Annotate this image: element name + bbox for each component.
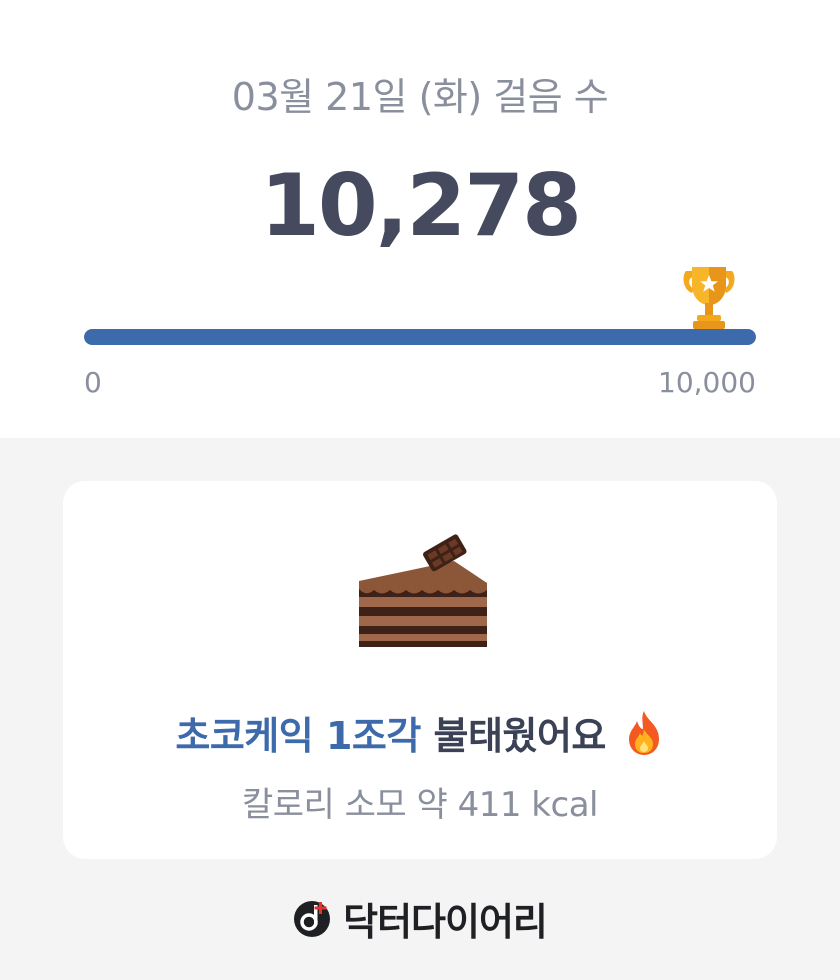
- headline-text: 불태웠어요: [420, 714, 607, 758]
- step-count: 10,278: [260, 156, 582, 256]
- step-progress-fill: [84, 329, 756, 345]
- progress-scale-min: 0: [84, 366, 102, 399]
- step-summary-panel: 03월 21일 (화) 걸음 수 10,278 0 10,000: [0, 0, 840, 438]
- calorie-headline: 초코케익 1조각 불태웠어요: [63, 705, 777, 760]
- headline-food: 초코케익 1조각: [175, 714, 421, 758]
- brand-name: 닥터다이어리: [343, 899, 548, 944]
- step-progress-bar: [84, 329, 756, 345]
- fire-icon: [628, 711, 659, 755]
- calorie-card: 초코케익 1조각 불태웠어요 칼로리 소모 약 411 kcal: [63, 481, 777, 859]
- calorie-burned-text: 칼로리 소모 약 411 kcal: [242, 785, 598, 825]
- chocolate-cake-icon: [359, 534, 487, 647]
- brand-footer: 닥터다이어리: [0, 893, 840, 944]
- date-title: 03월 21일 (화) 걸음 수: [231, 75, 609, 119]
- doctor-diary-logo-icon: [294, 901, 331, 937]
- progress-scale-max: 10,000: [658, 366, 756, 399]
- trophy-icon: [683, 267, 735, 329]
